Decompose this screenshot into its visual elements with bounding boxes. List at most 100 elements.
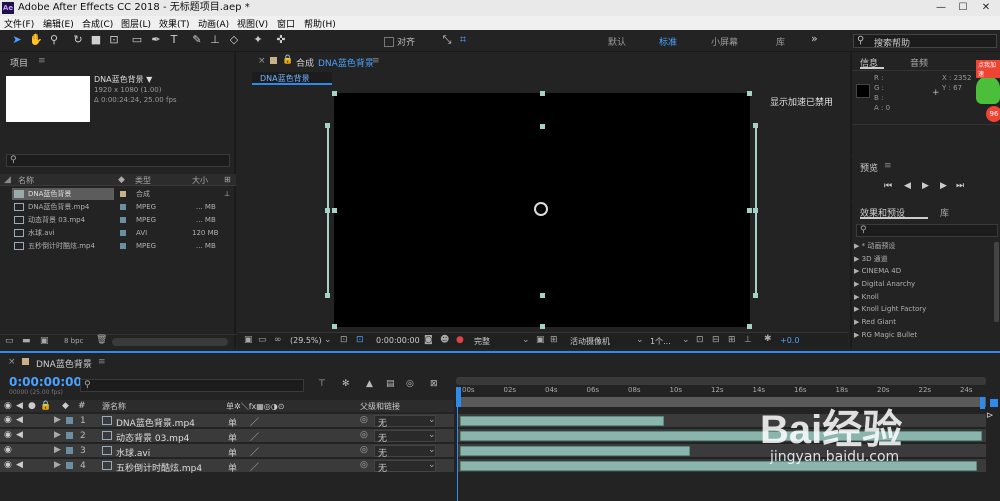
workspace-library[interactable]: 库 xyxy=(776,35,785,48)
comp-timecode[interactable]: 0:00:00:00 xyxy=(376,336,420,345)
camera-dropdown[interactable]: 活动摄像机 xyxy=(570,336,610,347)
list-item[interactable]: DNA蓝色背景 合成 ⊥ xyxy=(0,188,236,200)
transform-handle[interactable] xyxy=(747,208,752,213)
transform-handle[interactable] xyxy=(540,124,545,129)
menu-file[interactable]: 文件(F) xyxy=(4,17,34,30)
comp-mini-flowchart-icon[interactable]: ⊤ xyxy=(318,379,326,389)
snap-option-icon[interactable]: ⤡ xyxy=(440,33,454,47)
transform-handle[interactable] xyxy=(540,293,545,298)
eye-icon[interactable]: ◉ xyxy=(4,460,12,470)
last-frame-icon[interactable]: ⏭ xyxy=(956,181,964,191)
layer-duration-bar[interactable] xyxy=(460,416,664,426)
quality-switch[interactable]: ／ xyxy=(250,445,259,458)
chevron-down-icon[interactable]: ⌄ xyxy=(636,335,644,345)
graph-editor-icon[interactable]: ⊠ xyxy=(430,379,438,389)
minimize-button[interactable]: — xyxy=(930,0,952,16)
effects-scrollbar[interactable] xyxy=(994,242,999,322)
workspace-small-screen[interactable]: 小屏幕 xyxy=(711,35,738,48)
close-button[interactable]: ✕ xyxy=(975,0,997,16)
eye-icon[interactable]: ◉ xyxy=(4,430,12,440)
list-item[interactable]: ▶ Knoll Light Factory xyxy=(854,303,994,315)
camera-tool-icon[interactable]: ■ xyxy=(89,33,103,47)
comp-viewer-tab[interactable]: DNA蓝色背景 xyxy=(252,72,332,85)
monitor-icon[interactable]: ▭ xyxy=(258,335,267,345)
always-preview-icon[interactable]: ▣ xyxy=(244,335,253,345)
time-ruler[interactable]: 00s 02s 04s 06s 08s 10s 12s 14s 16s 18s 20s 22s 24s xyxy=(456,386,986,396)
col-size[interactable]: 大小 xyxy=(192,175,208,186)
transform-handle[interactable] xyxy=(325,123,330,128)
transform-handle[interactable] xyxy=(753,293,758,298)
comp-panel-title[interactable]: DNA蓝色背景 xyxy=(318,56,374,69)
shy-switch[interactable]: 单 xyxy=(228,416,237,429)
solo-icon[interactable]: ● xyxy=(28,401,36,411)
workspace-standard[interactable]: 标准 xyxy=(659,35,677,48)
zoom-dropdown[interactable]: (29.5%) xyxy=(290,336,322,345)
project-menu-icon[interactable]: ≡ xyxy=(38,56,46,66)
roto-tool-icon[interactable]: ✦ xyxy=(251,33,265,47)
text-tool-icon[interactable]: T xyxy=(167,33,181,47)
transform-handle[interactable] xyxy=(332,91,337,96)
transform-handle[interactable] xyxy=(325,208,330,213)
project-comp-name[interactable]: DNA蓝色背景 ▼ xyxy=(94,74,152,85)
brush-tool-icon[interactable]: ✎ xyxy=(190,33,204,47)
expand-arrow-icon[interactable]: ▶ xyxy=(54,430,61,440)
flowchart-icon[interactable]: ⊥ xyxy=(744,335,752,345)
region-icon[interactable]: ⊡ xyxy=(356,335,364,345)
transform-handle[interactable] xyxy=(325,293,330,298)
maximize-button[interactable]: ☐ xyxy=(952,0,974,16)
list-item[interactable]: ▶ Red Giant xyxy=(854,316,994,328)
menu-effect[interactable]: 效果(T) xyxy=(159,17,190,30)
expand-arrow-icon[interactable]: ▶ xyxy=(54,460,61,470)
transform-handle[interactable] xyxy=(753,208,758,213)
list-item[interactable]: ▶ * 动画预设 xyxy=(854,240,994,252)
project-search-input[interactable]: ⚲ xyxy=(6,154,230,167)
pickwhip-icon[interactable]: ◎ xyxy=(360,415,368,425)
flowchart-icon[interactable]: ⊥ xyxy=(224,188,230,200)
timeline-search-input[interactable]: ⚲ xyxy=(80,379,304,392)
tab-audio[interactable]: 音频 xyxy=(910,56,928,69)
timeline-timecode[interactable]: 0:00:00:00 xyxy=(9,375,82,389)
pickwhip-icon[interactable]: ◎ xyxy=(360,445,368,455)
list-item[interactable]: 动态背景 03.mp4 MPEG ... MB xyxy=(0,214,236,226)
expand-arrow-icon[interactable]: ▶ xyxy=(54,415,61,425)
fast-preview-icon[interactable]: ⊟ xyxy=(712,335,720,345)
transform-handle[interactable] xyxy=(540,324,545,329)
toggle-pixel-icon[interactable]: ⊡ xyxy=(696,335,704,345)
panel-menu-icon[interactable]: ≡ xyxy=(884,161,892,171)
motion-blur-icon[interactable]: ◎ xyxy=(406,379,414,389)
first-frame-icon[interactable]: ⏮ xyxy=(884,181,892,191)
close-icon[interactable]: × xyxy=(258,56,266,66)
new-comp-icon[interactable]: ▣ xyxy=(40,336,49,346)
table-row[interactable]: ◉ ◀ ▶ 2 动态背景 03.mp4 单 ／ ◎ 无 ⌄ xyxy=(0,429,454,444)
next-frame-icon[interactable]: ▶ xyxy=(940,181,947,191)
snap-feature-icon[interactable]: ⌗ xyxy=(456,33,470,47)
snap-checkbox[interactable] xyxy=(384,37,394,47)
resolution-dropdown[interactable]: 完整 xyxy=(474,336,490,347)
expand-arrow-icon[interactable]: ▶ xyxy=(54,445,61,455)
menu-animation[interactable]: 动画(A) xyxy=(198,17,229,30)
lock-icon[interactable]: 🔒 xyxy=(40,401,51,411)
more-workspaces-button[interactable]: » xyxy=(811,32,818,45)
snapshot-icon[interactable]: ◙ xyxy=(424,335,433,345)
chevron-down-icon[interactable]: ⌄ xyxy=(682,335,690,345)
work-area-end-handle[interactable] xyxy=(980,397,985,409)
rect-tool-icon[interactable]: ▭ xyxy=(130,33,144,47)
zoom-tool-icon[interactable]: ⚲ xyxy=(47,33,61,47)
table-row[interactable]: ◉ ▶ 3 水球.avi 单 ／ ◎ 无 ⌄ xyxy=(0,444,454,459)
new-folder-icon[interactable]: ▬ xyxy=(22,336,31,346)
list-item[interactable]: 五秒倒计时酷炫.mp4 MPEG ... MB xyxy=(0,240,236,252)
col-name[interactable]: 名称 xyxy=(18,175,34,186)
selection-tool-icon[interactable]: ➤ xyxy=(10,33,24,47)
audio-icon[interactable]: ◀ xyxy=(16,460,23,470)
project-scrollbar[interactable] xyxy=(112,338,228,346)
eye-icon[interactable]: ◉ xyxy=(4,445,12,455)
frame-blend-icon[interactable]: ▤ xyxy=(386,379,395,389)
transform-handle[interactable] xyxy=(753,123,758,128)
play-icon[interactable]: ▶ xyxy=(922,181,929,191)
transform-handle[interactable] xyxy=(332,208,337,213)
layer-duration-bar[interactable] xyxy=(460,446,690,456)
shy-switch[interactable]: 单 xyxy=(228,431,237,444)
tab-libraries[interactable]: 库 xyxy=(940,206,949,219)
work-area[interactable] xyxy=(456,397,986,407)
help-search[interactable]: ⚲ 搜索帮助 xyxy=(853,34,997,49)
